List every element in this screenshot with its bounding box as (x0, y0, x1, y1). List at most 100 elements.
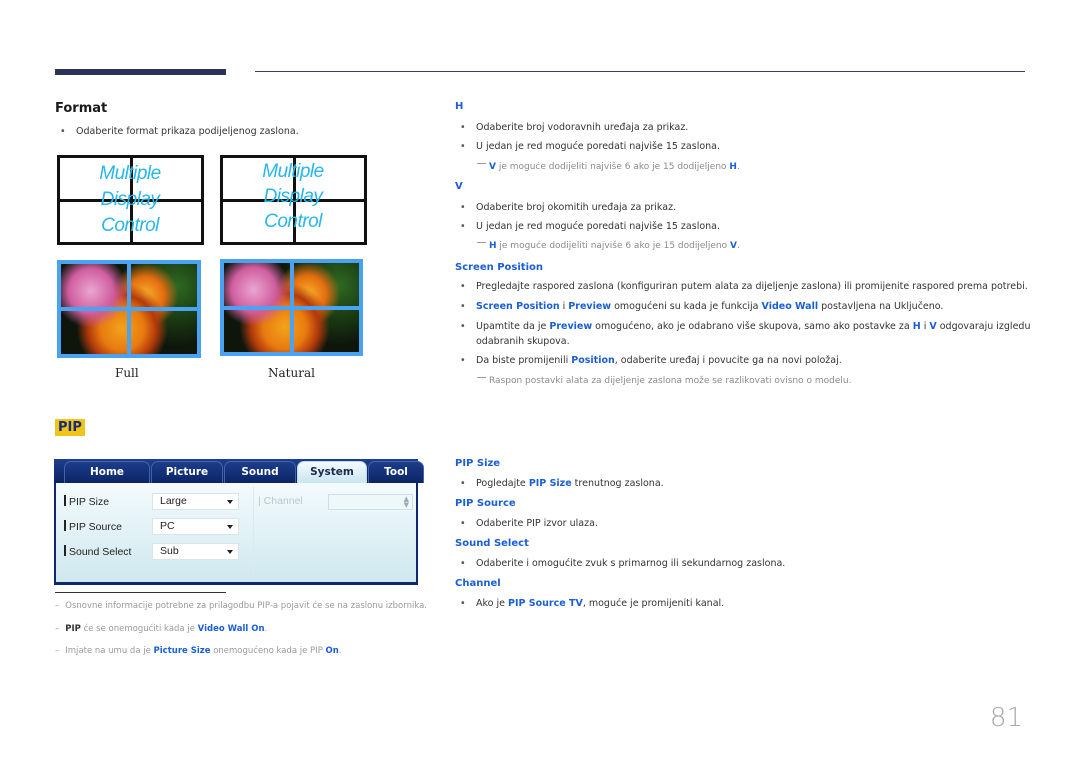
channel-bullet: • Ako je PIP Source TV, moguće je promije… (460, 598, 725, 609)
logo-line: Control (101, 215, 159, 236)
channel-label: | Channel (258, 495, 303, 507)
footnote-text: Imjate na umu da je (65, 646, 154, 656)
note-dash (477, 162, 486, 164)
sp-bullet-cont: odabranih skupova. (476, 336, 570, 347)
note-dash (477, 376, 486, 378)
footnote-text: Osnovne informacije potrebne za prilagod… (65, 601, 427, 611)
keyword: Position (571, 355, 615, 366)
pip-size-bullet: • Pogledajte PIP Size trenutnog zaslona. (460, 478, 664, 489)
note-dash (477, 241, 486, 243)
sp-text: Da biste promijenili (476, 355, 572, 366)
chevron-down-icon (227, 525, 233, 529)
note-key: H (729, 162, 737, 172)
system-panel: PIP Size Large PIP Source PC Sound Selec… (56, 483, 416, 582)
v-note: H je moguće dodijeliti najviše 6 ako je … (477, 241, 740, 251)
tab-system[interactable]: System (297, 461, 367, 483)
label-text: Channel (263, 495, 303, 507)
natural-flower-image (220, 259, 363, 356)
footnote-text: . (264, 624, 268, 634)
label-bar (64, 495, 66, 506)
pip-source-select[interactable]: PC (152, 518, 239, 535)
sound-select-label: Sound Select (64, 545, 131, 558)
keyword: H (912, 321, 921, 332)
note-key: V (730, 241, 737, 251)
footnote: – PIP će se onemogućiti kada je Video Wal… (55, 624, 268, 634)
keyword: Preview (568, 301, 612, 312)
pip-badge: PIP (55, 419, 85, 436)
full-logo-grid: Multiple Display Control (57, 155, 204, 245)
desc-text: trenutnog zaslona. (571, 478, 664, 489)
keyword: Picture Size (153, 646, 211, 656)
h-bullet-text: U jedan je red moguće poredati najviše 1… (476, 141, 721, 152)
note-text: je moguće dodijeliti najviše 6 ako je 15… (495, 162, 730, 172)
sp-text: odgovaraju izgledu (936, 321, 1031, 332)
format-bullet: • Odaberite format prikaza podijeljenog z… (60, 126, 299, 137)
v-bullet-text: Odaberite broj okomitih uređaja za prika… (476, 202, 677, 213)
keyword: Video Wall On (197, 624, 265, 634)
sound-select-bullet: • Odaberite i omogućite zvuk s primarnog … (460, 558, 786, 569)
full-flower-image (57, 260, 201, 358)
keyword: PIP (65, 624, 81, 634)
channel-heading: Channel (455, 578, 501, 589)
logo-line: Multiple (262, 161, 324, 182)
note-text: . (736, 241, 740, 251)
page-number: 81 (989, 703, 1023, 733)
note-text: Raspon postavki alata za dijeljenje zasl… (489, 376, 852, 386)
sp-bullet: • Pregledajte raspored zaslona (konfiguri… (460, 281, 1028, 292)
bezel-h (224, 305, 359, 310)
sp-bullet: • Upamtite da je Preview omogućeno, ako j… (460, 321, 1031, 332)
tab-picture[interactable]: Picture (151, 461, 223, 483)
footnote-rule (55, 592, 226, 593)
label-text: Sound Select (69, 546, 132, 558)
label-bar (64, 545, 66, 556)
note-key: V (489, 162, 496, 172)
mdc-logo-text: Multiple Display Control (233, 159, 353, 234)
pip-size-select[interactable]: Large (152, 493, 239, 510)
keyword: Video Wall (761, 301, 819, 312)
keyword: Screen Position (476, 301, 560, 312)
keyword: On (325, 646, 339, 656)
h-bullet: • Odaberite broj vodoravnih uređaja za pr… (460, 122, 689, 133)
label-bar (64, 520, 66, 531)
desc-text: Pogledajte (476, 478, 529, 489)
tab-tool[interactable]: Tool (368, 461, 424, 483)
header-rule (255, 71, 1025, 72)
footnote-text: će se onemogućiti kada je (80, 624, 198, 634)
h-bullet: • U jedan je red moguće poredati najviše … (460, 141, 721, 152)
sp-text: omogućeni su kada je funkcija (611, 301, 762, 312)
tab-sound[interactable]: Sound (224, 461, 296, 483)
v-bullet: • Odaberite broj okomitih uređaja za prik… (460, 202, 677, 213)
sp-note: Raspon postavki alata za dijeljenje zasl… (477, 376, 851, 386)
spinner-arrows-icon[interactable]: ▲ ▼ (404, 496, 409, 509)
tab-home[interactable]: Home (64, 461, 150, 483)
logo-line: Display (263, 186, 323, 207)
sp-text: , odaberite uređaj i povucite ga na novi… (614, 355, 842, 366)
footnote-text: onemogućeno kada je PIP (210, 646, 326, 656)
footnote: – Osnovne informacije potrebne za prilago… (55, 601, 427, 611)
bezel-h (61, 307, 197, 311)
sp-text: i (559, 301, 569, 312)
logo-line: Display (100, 189, 160, 210)
channel-spinbox[interactable]: ▲ ▼ (328, 494, 413, 510)
logo-line: Multiple (99, 163, 161, 184)
note-text: . (736, 162, 740, 172)
footnote: – Imjate na umu da je Picture Size onemog… (55, 646, 342, 656)
logo-line: Control (264, 211, 322, 232)
keyword: PIP Size (528, 478, 572, 489)
h-note: V je moguće dodijeliti najviše 6 ako je … (477, 162, 740, 172)
mdc-app-window: Home Picture Sound System Tool PIP Size … (54, 459, 424, 585)
desc-text: Ako je (476, 598, 508, 609)
pip-size-heading: PIP Size (455, 458, 501, 469)
v-heading: V (455, 181, 463, 192)
select-value: PC (160, 520, 175, 532)
sp-bullet: • Da biste promijenili Position, odaberit… (460, 355, 842, 366)
label-text: PIP Source (69, 521, 122, 533)
keyword: PIP Source TV (508, 598, 583, 609)
format-bullet-text: Odaberite format prikaza podijeljenog za… (76, 126, 299, 137)
sound-select-heading: Sound Select (455, 538, 529, 549)
mdc-logo-text: Multiple Display Control (70, 161, 190, 239)
panel-divider (253, 487, 254, 578)
v-bullet: • U jedan je red moguće poredati najviše … (460, 221, 721, 232)
sound-select-select[interactable]: Sub (152, 543, 239, 560)
pip-source-label: PIP Source (64, 520, 122, 533)
